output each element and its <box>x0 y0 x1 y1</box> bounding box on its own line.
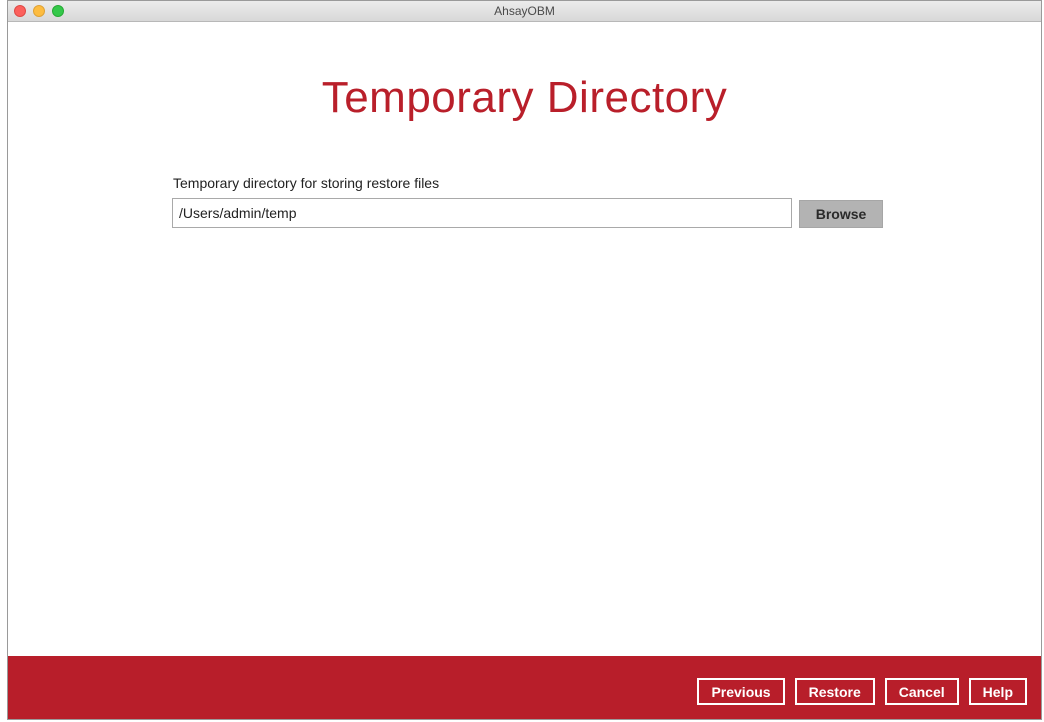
previous-button[interactable]: Previous <box>697 678 785 705</box>
app-window: AhsayOBM Temporary Directory Temporary d… <box>7 0 1042 720</box>
footer-button-group: Previous Restore Cancel Help <box>697 678 1027 705</box>
window-title: AhsayOBM <box>494 4 555 18</box>
help-button[interactable]: Help <box>968 678 1027 705</box>
footer-bar: Previous Restore Cancel Help <box>8 656 1041 719</box>
page-title: Temporary Directory <box>321 73 728 122</box>
temp-directory-input[interactable] <box>172 198 792 228</box>
cancel-button[interactable]: Cancel <box>884 678 959 705</box>
temp-directory-label: Temporary directory for storing restore … <box>173 175 440 191</box>
title-bar[interactable]: AhsayOBM <box>8 1 1041 22</box>
browse-button[interactable]: Browse <box>799 200 883 228</box>
restore-button[interactable]: Restore <box>794 678 875 705</box>
